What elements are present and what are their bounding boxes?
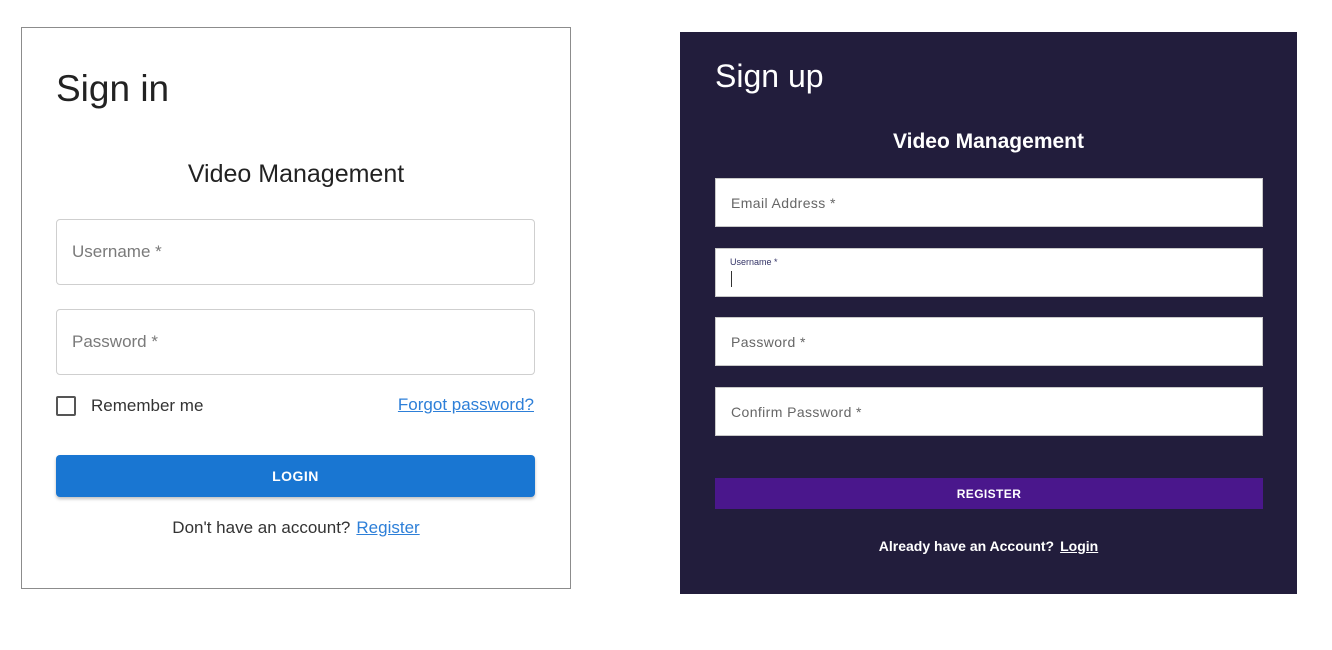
signin-footer: Don't have an account? Register bbox=[22, 518, 570, 538]
remember-me-label[interactable]: Remember me bbox=[91, 396, 203, 416]
signin-title: Sign in bbox=[56, 68, 170, 109]
confirm-password-placeholder: Confirm Password * bbox=[731, 404, 862, 420]
signup-panel: Sign up Video Management Email Address *… bbox=[680, 32, 1297, 594]
signup-username-field[interactable]: Username * bbox=[715, 248, 1263, 297]
register-link[interactable]: Register bbox=[356, 518, 419, 537]
username-field[interactable]: Username * bbox=[56, 219, 535, 285]
text-cursor bbox=[731, 271, 732, 287]
register-button[interactable]: REGISTER bbox=[715, 478, 1263, 509]
signup-subtitle: Video Management bbox=[893, 130, 1084, 153]
signup-footer-text: Already have an Account? bbox=[878, 538, 1055, 554]
username-placeholder: Username * bbox=[72, 242, 162, 261]
signup-password-field[interactable]: Password * bbox=[715, 317, 1263, 366]
forgot-password-link[interactable]: Forgot password? bbox=[398, 395, 534, 415]
email-placeholder: Email Address * bbox=[731, 195, 836, 211]
password-field[interactable]: Password * bbox=[56, 309, 535, 375]
remember-me-row: Remember me bbox=[56, 394, 203, 418]
remember-me-checkbox[interactable] bbox=[56, 396, 76, 416]
login-link[interactable]: Login bbox=[1060, 538, 1098, 554]
email-field[interactable]: Email Address * bbox=[715, 178, 1263, 227]
signup-username-label: Username * bbox=[730, 257, 778, 267]
signup-title: Sign up bbox=[715, 58, 824, 94]
password-placeholder: Password * bbox=[72, 332, 158, 351]
confirm-password-field[interactable]: Confirm Password * bbox=[715, 387, 1263, 436]
signup-password-placeholder: Password * bbox=[731, 334, 806, 350]
signin-footer-text: Don't have an account? bbox=[172, 518, 351, 537]
signin-subtitle: Video Management bbox=[187, 160, 405, 188]
signin-panel: Sign in Video Management Username * Pass… bbox=[21, 27, 571, 589]
login-button[interactable]: LOGIN bbox=[56, 455, 535, 497]
signup-footer: Already have an Account? Login bbox=[680, 538, 1297, 554]
